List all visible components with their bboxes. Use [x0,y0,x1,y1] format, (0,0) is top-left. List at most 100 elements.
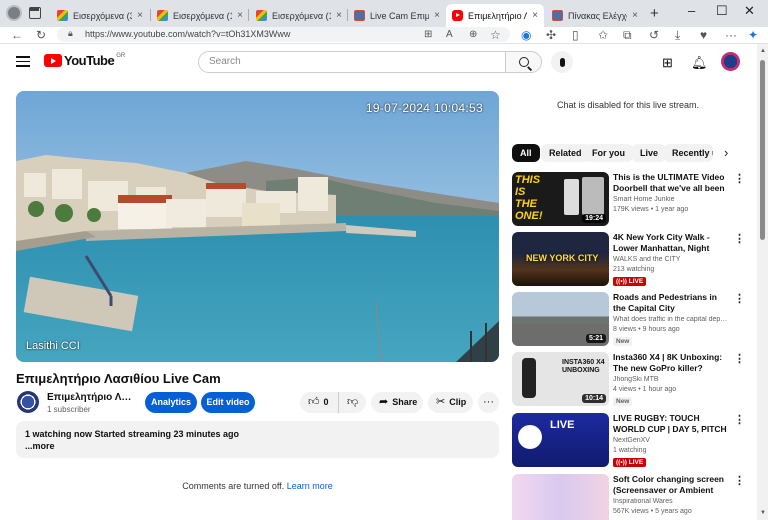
chevron-right-icon[interactable]: › [724,145,728,160]
search-input[interactable]: Search [198,51,506,73]
new-tab-icon[interactable]: + [650,5,659,22]
read-aloud-icon[interactable]: A [446,28,453,42]
collections-icon[interactable]: ⧉ [623,28,632,42]
favorite-star-icon[interactable]: ☆ [490,28,501,42]
more-vert-icon[interactable]: ⋮ [734,474,745,487]
extensions-puzzle-icon[interactable]: ✣ [546,28,556,42]
chip-recently-uploaded[interactable]: Recently uploaded [664,144,713,162]
description-more-link[interactable]: ...more [25,440,490,452]
more-vert-icon[interactable]: ⋮ [734,413,745,426]
address-bar[interactable]: 🔒︎ https://www.youtube.com/watch?v=tOh31… [57,27,510,42]
browser-essentials-icon[interactable]: ♥ [700,28,707,42]
extension-icon[interactable]: ◉ [521,28,531,42]
video-thumbnail[interactable]: LIVE [512,413,609,467]
recommendation-item[interactable]: THIS IS THE ONE! 19:24 This is the ULTIMATE… [512,172,745,228]
youtube-logo[interactable]: YouTube GR [44,53,125,68]
browser-tab[interactable]: Εισερχόμενα (32) - g × [51,4,149,27]
video-thumbnail[interactable]: 5:21 [512,292,609,346]
recommendation-channel[interactable]: NextGenXV [613,437,731,444]
account-avatar[interactable] [721,52,740,71]
description-box[interactable]: 1 watching now Started streaming 23 minu… [16,421,499,458]
scroll-up-icon[interactable]: ▲ [760,48,766,54]
microphone-icon [559,57,565,67]
voice-search-button[interactable] [551,51,573,73]
more-vert-icon[interactable]: ⋮ [734,172,745,185]
dislike-button[interactable]: 👎︎ [338,392,366,413]
edit-video-button[interactable]: Edit video [201,392,255,413]
profile-avatar-icon[interactable] [6,5,22,21]
workspaces-icon[interactable] [29,7,41,19]
close-tab-icon[interactable]: × [532,10,538,21]
browser-tab-active[interactable]: Επιμελητήριο Λασιθ × [446,4,544,27]
recommendation-title[interactable]: 4K New York City Walk - Lower Manhattan,… [613,232,731,254]
copilot-icon[interactable]: ✦ [748,28,758,42]
scissors-icon: ✂ [436,396,446,408]
history-icon[interactable]: ↺ [649,28,659,42]
chip-related[interactable]: Related [541,144,590,162]
menu-icon[interactable] [16,56,30,67]
youtube-icon [452,10,463,21]
back-icon[interactable]: ← [11,28,23,42]
recommendation-channel[interactable]: Smart Home Junkie [613,196,731,203]
apps-icon[interactable]: ⊞ [424,28,432,42]
chip-all[interactable]: All [512,144,540,162]
notifications-bell-icon[interactable]: 🔔︎ [691,55,708,71]
video-thumbnail[interactable]: THIS IS THE ONE! 19:24 [512,172,609,226]
recommendation-channel[interactable]: WALKS and the CITY [613,256,731,263]
zoom-icon[interactable]: ⊕ [469,28,477,42]
split-screen-icon[interactable]: ▯ [572,28,579,42]
scroll-down-icon[interactable]: ▼ [760,510,766,516]
analytics-button[interactable]: Analytics [145,392,197,413]
search-button[interactable] [505,51,542,73]
video-thumbnail[interactable] [512,474,609,520]
share-button[interactable]: ➦ Share [371,392,423,413]
recommendation-title[interactable]: LIVE RUGBY: TOUCH WORLD CUP | DAY 5, PIT… [613,413,731,435]
more-vert-icon[interactable]: ⋮ [734,232,745,245]
close-window-icon[interactable]: ✕ [744,3,755,19]
more-actions-icon[interactable]: ··· [478,392,499,413]
chip-live[interactable]: Live [632,144,667,162]
browser-tab[interactable]: Πίνακας Ελέγχου - l × [546,4,644,27]
recommendation-title[interactable]: This is the ULTIMATE Video Doorbell that… [613,172,731,194]
video-thumbnail[interactable]: INSTA360 X4 UNBOXING 10:14 [512,352,609,406]
clip-button[interactable]: ✂ Clip [428,392,473,413]
chip-for-you[interactable]: For you [584,144,633,162]
recommendation-title[interactable]: Insta360 X4 | 8K Unboxing: The new GoPro… [613,352,731,374]
lock-icon[interactable]: 🔒︎ [68,28,73,39]
more-vert-icon[interactable]: ⋮ [734,352,745,365]
browser-tab[interactable]: Εισερχόμενα (19) - e × [151,4,249,27]
favorites-icon[interactable]: ✩ [598,28,608,42]
close-tab-icon[interactable]: × [336,10,342,21]
browser-tab[interactable]: Live Cam Επιμελητή × [348,4,446,27]
browser-tab[interactable]: Εισερχόμενα (13) - e × [250,4,348,27]
close-tab-icon[interactable]: × [137,10,143,21]
video-player[interactable]: 19-07-2024 10:04:53 Lasithi CCI [16,91,499,362]
recommendation-title[interactable]: Soft Color changing screen (Screensaver … [613,474,731,496]
create-video-icon[interactable]: ⊞ [662,55,673,71]
recommendation-title[interactable]: Roads and Pedestrians in the Capital Cit… [613,292,731,314]
minimize-icon[interactable]: – [688,3,695,18]
page-scrollbar[interactable]: ▲ ▼ [757,44,768,520]
more-menu-icon[interactable]: ··· [725,28,737,42]
learn-more-link[interactable]: Learn more [287,481,333,491]
close-tab-icon[interactable]: × [632,10,638,21]
recommendation-item[interactable]: 5:21 Roads and Pedestrians in the Capita… [512,292,745,348]
downloads-icon[interactable]: ⤓ [675,28,680,42]
maximize-icon[interactable]: ☐ [716,3,728,19]
channel-name[interactable]: Επιμελητήριο Λασιθίου [47,392,135,403]
recommendation-item[interactable]: NEW YORK CITY 4K New York City Walk - Lo… [512,232,745,288]
video-thumbnail[interactable]: NEW YORK CITY [512,232,609,286]
more-vert-icon[interactable]: ⋮ [734,292,745,305]
reload-icon[interactable]: ↻ [36,28,46,42]
recommendation-item[interactable]: INSTA360 X4 UNBOXING 10:14 Insta360 X4 | … [512,352,745,408]
recommendation-item[interactable]: Soft Color changing screen (Screensaver … [512,474,745,520]
scrollbar-thumb[interactable] [760,60,765,240]
channel-avatar[interactable] [17,391,39,413]
close-tab-icon[interactable]: × [237,10,243,21]
recommendation-channel[interactable]: What does traffic in the capital depend … [613,316,731,323]
close-tab-icon[interactable]: × [434,10,440,21]
recommendation-channel[interactable]: Inspirational Wares [613,498,731,505]
recommendation-item[interactable]: LIVE LIVE RUGBY: TOUCH WORLD CUP | DAY 5… [512,413,745,469]
like-button[interactable]: 👍︎ 0 [300,392,338,413]
recommendation-channel[interactable]: JhongSki MTB [613,376,731,383]
